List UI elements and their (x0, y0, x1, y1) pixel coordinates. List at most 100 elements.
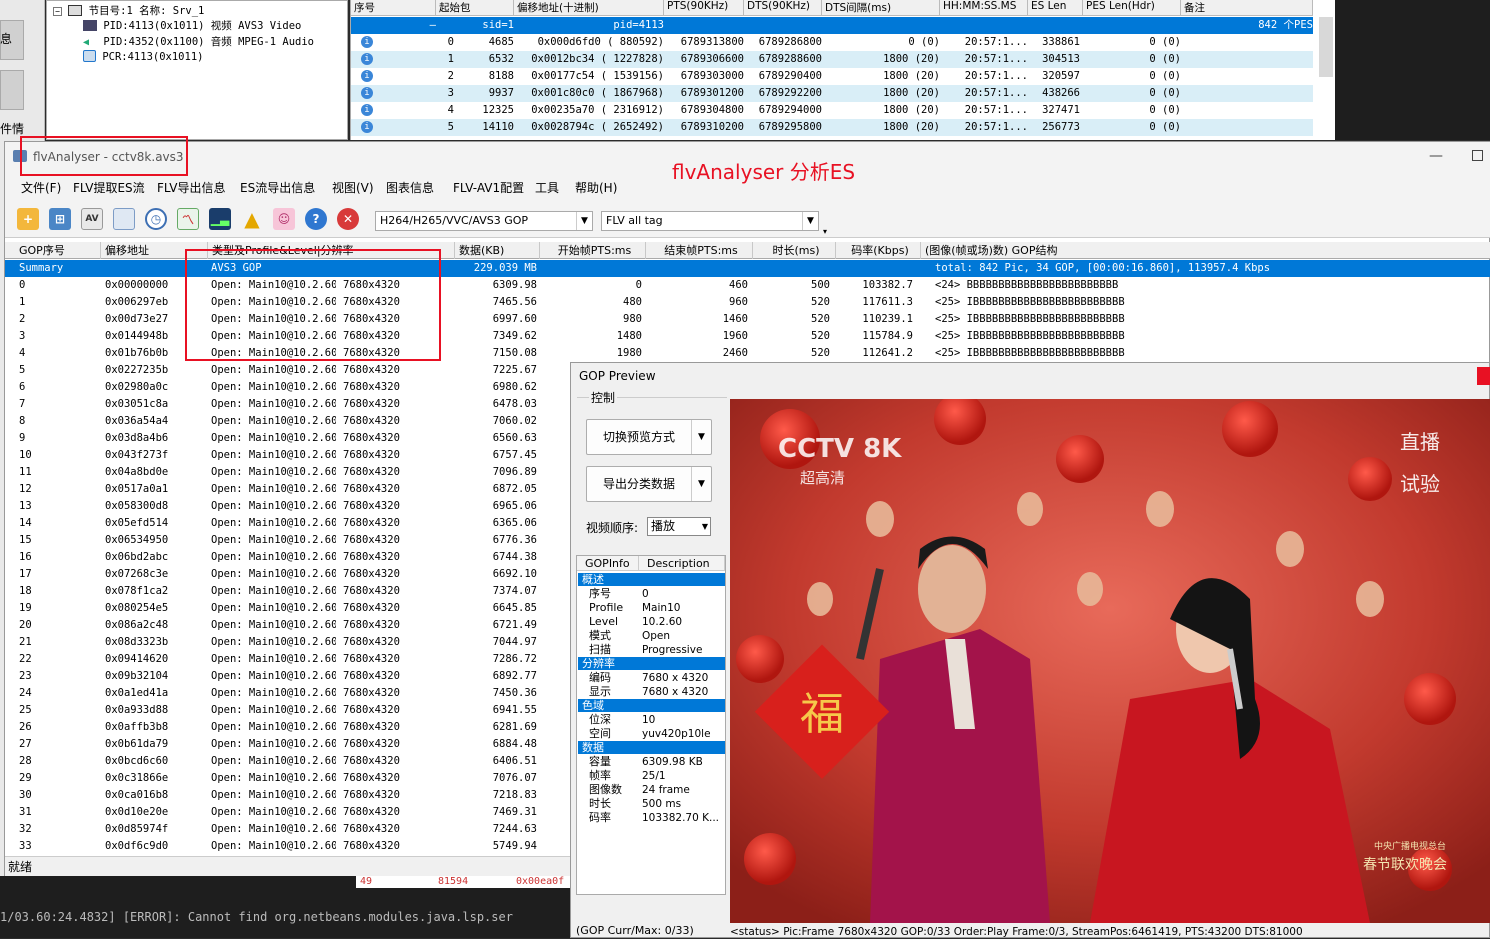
pes-cell: 6789286800 (758, 36, 822, 48)
col-header[interactable]: DTS间隔(ms) (822, 0, 940, 16)
open-folder-icon[interactable]: + (17, 208, 39, 230)
scrollbar[interactable] (1319, 17, 1333, 77)
col-header[interactable]: ES Len (1028, 0, 1083, 16)
pes-row[interactable]: i 1 6532 0x0012bc34 ( 1227828) 6789306600 678… (351, 51, 1313, 68)
col-header[interactable]: 偏移地址(十进制) (514, 0, 664, 16)
gop-cell: 460 (729, 279, 748, 291)
col-duration[interactable]: 时长(ms) (753, 242, 836, 259)
gop-cell: 12 (19, 483, 32, 495)
info-section[interactable]: 色域 (578, 699, 725, 712)
pes-cell: 327471 (1042, 104, 1080, 116)
menu-es-export-info[interactable]: ES流导出信息 (240, 179, 315, 196)
info-section[interactable]: 分辨率 (578, 657, 725, 670)
pes-cell: 6789306600 (680, 53, 744, 65)
gop-cell: Open: Main10@10.2.60 (211, 517, 336, 529)
tree-item-video[interactable]: PID:4113(0x1011) 视频 AVS3 Video (83, 18, 301, 33)
side-tab[interactable] (0, 70, 24, 110)
gop-cell: 520 (811, 330, 830, 342)
info-col-header[interactable]: Description (639, 556, 725, 571)
export-class-data-button[interactable]: 导出分类数据 ▼ (586, 466, 712, 502)
pes-row[interactable]: i 4 12325 0x00235a70 ( 2316912) 6789304800 67… (351, 102, 1313, 119)
line-chart-icon[interactable]: 〽 (177, 208, 199, 230)
clock-icon[interactable]: ◷ (145, 208, 167, 230)
info-section[interactable]: 概述 (578, 573, 725, 586)
gop-cell: 24 (19, 687, 32, 699)
tree-item-audio[interactable]: ◀ PID:4352(0x1100) 音频 MPEG-1 Audio (83, 34, 314, 49)
info-key: 模式 (589, 629, 611, 642)
gop-cell: 7680x4320 (343, 636, 400, 648)
windows-icon[interactable] (113, 208, 135, 230)
menu-file[interactable]: 文件(F) (21, 179, 61, 196)
gop-cell: 33 (19, 840, 32, 852)
pes-row[interactable]: i 2 8188 0x00177c54 ( 1539156) 6789303000 678… (351, 68, 1313, 85)
switch-preview-button[interactable]: 切换预览方式 ▼ (586, 419, 712, 455)
pes-cell (1184, 119, 1313, 136)
menu-flv-extract-es[interactable]: FLV提取ES流 (73, 179, 145, 196)
info-col-header[interactable]: GOPInfo (577, 556, 639, 571)
bitrate-chart-icon[interactable]: ▁▃ (209, 208, 231, 230)
video-order-select[interactable]: 播放 ▼ (647, 517, 711, 536)
menu-flv-av1-config[interactable]: FLV-AV1配置 (453, 179, 524, 196)
minimize-icon[interactable]: — (1429, 148, 1443, 164)
col-header[interactable]: 起始包 (436, 0, 514, 16)
chevron-down-icon[interactable]: ▼ (691, 420, 711, 454)
menu-help[interactable]: 帮助(H) (575, 179, 617, 196)
col-header[interactable]: HH:MM:SS.MS (940, 0, 1028, 16)
network-icon[interactable]: ⊞ (49, 208, 71, 230)
menu-flv-export-info[interactable]: FLV导出信息 (157, 179, 225, 196)
info-value: 25/1 (642, 770, 666, 782)
av-icon[interactable]: AV (81, 208, 103, 230)
pes-cell: 9937 (488, 87, 514, 99)
annotation-box-profile (185, 249, 441, 361)
close-icon[interactable]: ✕ (337, 208, 359, 230)
chevron-down-icon[interactable]: ▼ (702, 518, 708, 535)
gop-cell: 6692.10 (492, 568, 537, 580)
pes-cell: 6789295800 (758, 121, 822, 133)
gop-cell: Open: Main10@10.2.60 (211, 823, 336, 835)
menu-chart-info[interactable]: 图表信息 (386, 179, 434, 196)
tree-item-pcr[interactable]: PCR:4113(0x1011) (83, 50, 203, 63)
col-header[interactable]: PES Len(Hdr) (1083, 0, 1181, 16)
pes-row[interactable]: i 5 14110 0x0028794c ( 2652492) 6789310200 67… (351, 119, 1313, 136)
info-section[interactable]: 数据 (578, 741, 725, 754)
pes-cell: 320597 (1042, 70, 1080, 82)
col-header[interactable]: 序号 (351, 0, 436, 16)
chevron-down-icon[interactable]: ▼ (576, 212, 592, 230)
gop-cell: 0x09414620 (105, 653, 169, 665)
chevron-down-icon[interactable]: ▼ (802, 212, 818, 230)
col-start-pts[interactable]: 开始帧PTS:ms (540, 242, 646, 259)
pes-cell (1184, 68, 1313, 85)
gop-cell: 10 (19, 449, 32, 461)
user-icon[interactable]: ☺ (273, 208, 295, 230)
pes-cell: 304513 (1042, 53, 1080, 65)
chevron-down-icon[interactable]: ▼ (691, 467, 711, 501)
col-end-pts[interactable]: 结束帧PTS:ms (646, 242, 753, 259)
tree-root[interactable]: − 节目号:1 名称: Srv_1 (53, 3, 204, 18)
pes-row[interactable]: i 3 9937 0x001c80c0 ( 1867968) 6789301200 678… (351, 85, 1313, 102)
col-header[interactable]: 备注 (1181, 0, 1313, 16)
pes-summary-row[interactable]: — sid=1 pid=4113 842 个PES (351, 17, 1313, 34)
close-button[interactable] (1477, 367, 1490, 385)
col-header[interactable]: PTS(90KHz) (664, 0, 744, 16)
gop-cell: 9 (19, 432, 26, 444)
menu-tools[interactable]: 工具 (535, 179, 559, 196)
menu-view[interactable]: 视图(V) (332, 179, 374, 196)
gop-cell: 2460 (722, 347, 748, 359)
toolbar-overflow-icon[interactable]: ▾ (823, 227, 827, 236)
gop-cell: 6645.85 (492, 602, 537, 614)
expand-icon[interactable]: − (53, 7, 62, 16)
col-bitrate[interactable]: 码率(Kbps) (836, 242, 921, 259)
col-header[interactable]: DTS(90KHz) (744, 0, 822, 16)
col-gop-structure[interactable]: (图像(帧或场)数) GOP结构 (921, 242, 1490, 259)
col-data-kb[interactable]: 数据(KB) (455, 242, 540, 259)
col-gop-index[interactable]: GOP序号 (15, 242, 101, 259)
help-icon[interactable]: ? (305, 208, 327, 230)
pes-row[interactable]: i 0 4685 0x000d6fd0 ( 880592) 6789313800 6789… (351, 34, 1313, 51)
gop-cell: 6892.77 (492, 670, 537, 682)
format-select[interactable]: H264/H265/VVC/AVS3 GOP ▼ (375, 211, 593, 231)
pes-cell: 1800 (20) (883, 70, 940, 82)
warning-icon[interactable]: ▲ (241, 207, 263, 231)
maximize-icon[interactable] (1472, 150, 1483, 161)
tag-select[interactable]: FLV all tag ▼ (601, 211, 819, 231)
gop-cell: 7680x4320 (343, 381, 400, 393)
